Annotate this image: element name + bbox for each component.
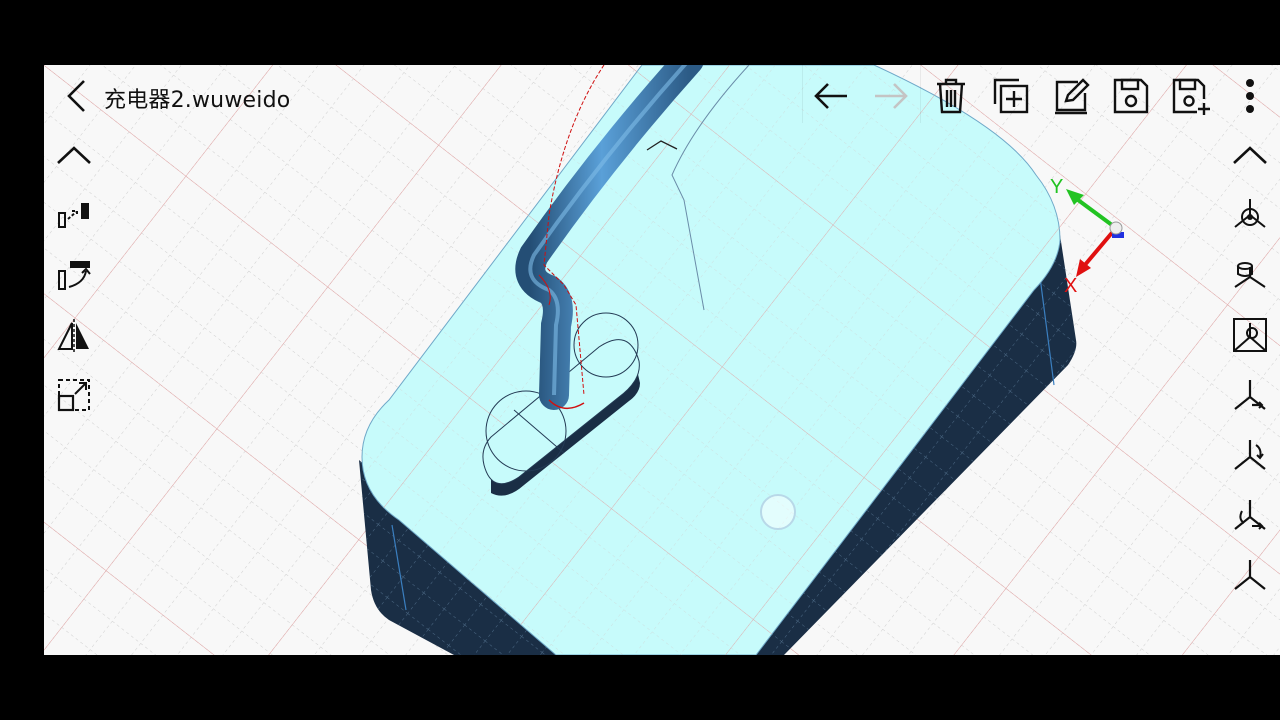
- view-axis-1-button[interactable]: [1225, 370, 1275, 420]
- gizmo-y-label: Y: [1050, 176, 1063, 198]
- view-axis-4-button[interactable]: [1225, 550, 1275, 600]
- scale-icon: [57, 379, 90, 412]
- cad-app: Y X 充电器2.wuweido: [44, 65, 1280, 655]
- chevron-up-icon: [57, 146, 91, 164]
- arrow-left-icon: [814, 83, 847, 109]
- view-top-icon: [1234, 262, 1266, 288]
- top-bar: 充电器2.wuweido: [44, 65, 1280, 127]
- right-collapse-button[interactable]: [1225, 130, 1275, 180]
- more-button[interactable]: [1225, 71, 1275, 121]
- mirror-tool-button[interactable]: [49, 310, 99, 360]
- copy-button[interactable]: [986, 71, 1036, 121]
- move-icon: [58, 203, 89, 228]
- view-axis-2-button[interactable]: [1225, 430, 1275, 480]
- redo-button[interactable]: [866, 71, 916, 121]
- save-icon: [1113, 78, 1149, 114]
- view-front-icon: [1233, 318, 1267, 352]
- chevron-left-icon: [67, 80, 85, 112]
- save-as-icon: [1172, 78, 1210, 115]
- trash-icon: [937, 78, 965, 114]
- mirror-icon: [57, 319, 89, 352]
- toolbar-divider: [920, 65, 921, 123]
- left-collapse-button[interactable]: [49, 130, 99, 180]
- back-button[interactable]: [58, 75, 94, 117]
- rotate-icon: [58, 261, 91, 290]
- view-axis-1-icon: [1234, 380, 1266, 410]
- view-axis-3-button[interactable]: [1225, 490, 1275, 540]
- edit-icon: [1055, 78, 1090, 115]
- move-tool-button[interactable]: [49, 190, 99, 240]
- more-vertical-icon: [1246, 79, 1254, 113]
- view-axis-3-icon: [1234, 500, 1266, 530]
- arrow-right-icon: [875, 83, 908, 109]
- view-axis-2-icon: [1234, 440, 1266, 470]
- view-iso-button[interactable]: [1225, 190, 1275, 240]
- rotate-tool-button[interactable]: [49, 250, 99, 300]
- 3d-viewport[interactable]: Y X: [44, 65, 1280, 655]
- view-front-button[interactable]: [1225, 310, 1275, 360]
- view-axis-4-icon: [1234, 560, 1266, 590]
- scale-tool-button[interactable]: [49, 370, 99, 420]
- toolbar-divider: [802, 65, 803, 123]
- page-title: 充电器2.wuweido: [104, 88, 291, 113]
- view-iso-icon: [1234, 199, 1266, 228]
- save-as-button[interactable]: [1166, 71, 1216, 121]
- view-top-button[interactable]: [1225, 250, 1275, 300]
- chevron-up-icon: [1233, 146, 1267, 164]
- copy-add-icon: [993, 78, 1029, 114]
- gizmo-x-label: X: [1064, 275, 1077, 297]
- edit-button[interactable]: [1046, 71, 1096, 121]
- touch-indicator: [760, 494, 796, 530]
- save-button[interactable]: [1106, 71, 1156, 121]
- undo-button[interactable]: [806, 71, 856, 121]
- delete-button[interactable]: [926, 71, 976, 121]
